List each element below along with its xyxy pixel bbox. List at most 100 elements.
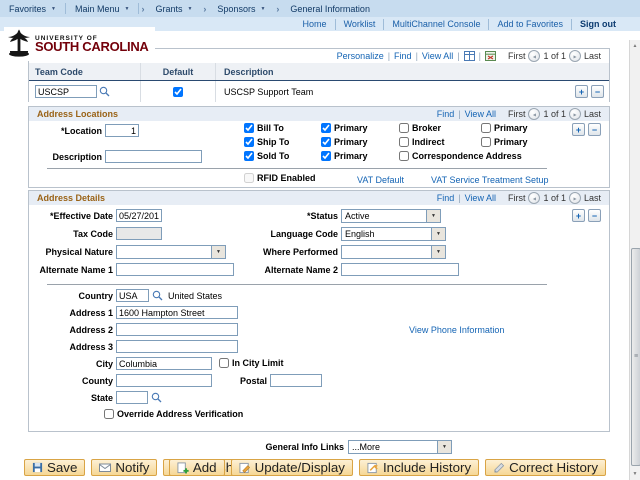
vat-default-link[interactable]: VAT Default: [357, 175, 404, 185]
previous-row-icon[interactable]: [528, 192, 541, 204]
chevron-icon: [201, 4, 208, 14]
tax-code-input[interactable]: [116, 227, 162, 240]
save-label: Save: [47, 460, 78, 475]
scroll-up-button[interactable]: ▲: [630, 40, 640, 52]
delete-address-row-button[interactable]: [588, 209, 601, 222]
state-lookup-icon[interactable]: [151, 392, 162, 403]
menu-favorites[interactable]: Favorites: [0, 4, 65, 14]
sign-out-link[interactable]: Sign out: [572, 19, 624, 29]
pager-last-label[interactable]: Last: [584, 193, 601, 203]
personalize-link[interactable]: Personalize: [337, 51, 384, 61]
country-lookup-icon[interactable]: [152, 290, 163, 301]
dropdown-arrow-icon: [426, 210, 440, 222]
address-1-input[interactable]: [116, 306, 238, 319]
add-address-row-button[interactable]: [572, 209, 585, 222]
location-description-input[interactable]: [105, 150, 202, 163]
add-to-favorites-link[interactable]: Add to Favorites: [489, 19, 571, 29]
status-select[interactable]: Active: [341, 209, 441, 223]
country-input[interactable]: [116, 289, 149, 302]
vertical-scrollbar[interactable]: ▲ ▼: [629, 40, 640, 480]
delete-row-button[interactable]: [591, 85, 604, 98]
bill-to-checkbox[interactable]: [244, 123, 254, 133]
alternate-name-2-input[interactable]: [341, 263, 459, 276]
add-button[interactable]: Add: [168, 459, 225, 476]
scrollbar-thumb[interactable]: [631, 248, 640, 466]
correct-history-button[interactable]: Correct History: [485, 459, 606, 476]
correspondence-address-checkbox[interactable]: [399, 151, 409, 161]
sold-primary-checkbox[interactable]: [321, 151, 331, 161]
find-link[interactable]: Find: [437, 109, 455, 119]
effective-date-input[interactable]: [116, 209, 162, 222]
county-label: County: [82, 376, 113, 386]
location-input[interactable]: [105, 124, 139, 137]
pager-first-label[interactable]: First: [508, 51, 526, 61]
bill-primary-checkbox-cell: Primary: [321, 123, 368, 133]
bill-primary-checkbox[interactable]: [321, 123, 331, 133]
where-performed-select[interactable]: [341, 245, 446, 259]
breadcrumb-current-page[interactable]: General Information: [281, 4, 379, 14]
delete-location-button[interactable]: [588, 123, 601, 136]
breadcrumb-sponsors[interactable]: Sponsors: [208, 4, 274, 14]
county-input[interactable]: [116, 374, 212, 387]
update-display-icon: [239, 462, 250, 473]
broker-primary-checkbox[interactable]: [481, 123, 491, 133]
separator: [458, 193, 460, 203]
correspondence-address-checkbox-cell: Correspondence Address: [399, 151, 522, 161]
sold-to-checkbox[interactable]: [244, 151, 254, 161]
alternate-name-1-input[interactable]: [116, 263, 234, 276]
multichannel-console-link[interactable]: MultiChannel Console: [384, 19, 488, 29]
worklist-link[interactable]: Worklist: [336, 19, 384, 29]
address-2-input[interactable]: [116, 323, 238, 336]
next-row-icon[interactable]: [568, 50, 581, 62]
pager-last-label[interactable]: Last: [584, 51, 601, 61]
team-code-lookup-icon[interactable]: [99, 86, 110, 97]
find-link[interactable]: Find: [394, 51, 412, 61]
dropdown-arrow-icon: [211, 246, 225, 258]
save-button[interactable]: Save: [24, 459, 86, 476]
view-all-link[interactable]: View All: [465, 193, 496, 203]
find-link[interactable]: Find: [437, 193, 455, 203]
next-row-icon[interactable]: [568, 192, 581, 204]
address-3-input[interactable]: [116, 340, 238, 353]
pager-last-label[interactable]: Last: [584, 109, 601, 119]
next-row-icon[interactable]: [568, 108, 581, 120]
physical-nature-select[interactable]: [116, 245, 226, 259]
add-row-button[interactable]: [575, 85, 588, 98]
language-code-select[interactable]: English: [341, 227, 446, 241]
vat-service-treatment-setup-link[interactable]: VAT Service Treatment Setup: [431, 175, 549, 185]
state-label: State: [90, 393, 113, 403]
previous-row-icon[interactable]: [528, 50, 541, 62]
menu-main-menu[interactable]: Main Menu: [66, 4, 138, 14]
indirect-checkbox[interactable]: [399, 137, 409, 147]
rfid-enabled-checkbox[interactable]: [244, 173, 254, 183]
view-all-link[interactable]: View All: [422, 51, 453, 61]
broker-checkbox[interactable]: [399, 123, 409, 133]
download-to-excel-icon[interactable]: [484, 51, 496, 61]
indirect-primary-checkbox[interactable]: [481, 137, 491, 147]
city-input[interactable]: [116, 357, 212, 370]
in-city-limit-checkbox[interactable]: [219, 358, 229, 368]
pager-first-label[interactable]: First: [508, 109, 526, 119]
zoom-grid-icon[interactable]: [463, 51, 475, 61]
view-all-link[interactable]: View All: [465, 109, 496, 119]
scroll-down-button[interactable]: ▼: [630, 468, 640, 480]
postal-input[interactable]: [270, 374, 322, 387]
broker-primary-label: Primary: [494, 123, 528, 133]
default-checkbox[interactable]: [173, 86, 183, 97]
override-address-verification-checkbox[interactable]: [104, 409, 114, 419]
breadcrumb-grants[interactable]: Grants: [146, 4, 201, 14]
include-history-button[interactable]: Include History: [358, 459, 480, 476]
update-display-button[interactable]: Update/Display: [230, 459, 353, 476]
home-link[interactable]: Home: [295, 19, 335, 29]
add-location-button[interactable]: [572, 123, 585, 136]
previous-row-icon[interactable]: [528, 108, 541, 120]
team-code-input[interactable]: [35, 85, 97, 98]
separator: [458, 109, 460, 119]
ship-primary-checkbox[interactable]: [321, 137, 331, 147]
pager-first-label[interactable]: First: [508, 193, 526, 203]
general-info-links-select[interactable]: ...More: [348, 440, 452, 454]
notify-button[interactable]: Notify: [91, 459, 158, 476]
ship-to-checkbox[interactable]: [244, 137, 254, 147]
state-input[interactable]: [116, 391, 148, 404]
view-phone-information-link[interactable]: View Phone Information: [409, 325, 504, 335]
